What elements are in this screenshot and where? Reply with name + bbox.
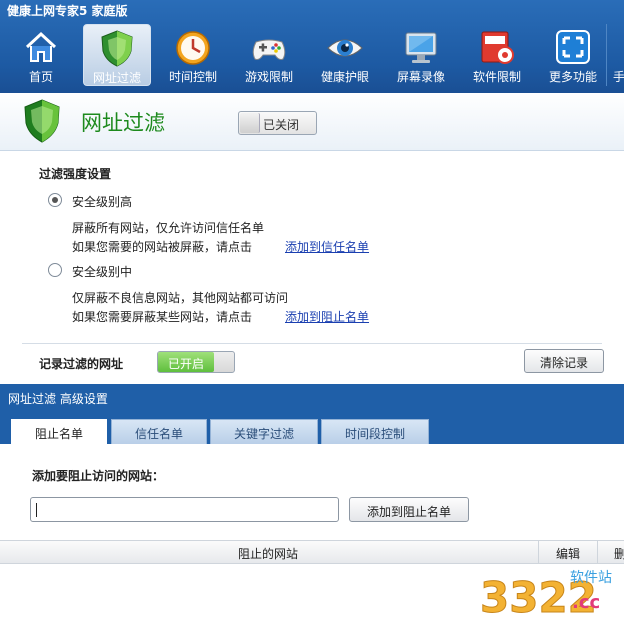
add-site-label: 添加要阻止访问的网站： — [32, 469, 165, 483]
block-site-input[interactable] — [30, 497, 339, 522]
eye-icon — [327, 39, 363, 57]
clock-icon — [176, 31, 210, 65]
filter-toggle-switch[interactable]: 已关闭 — [238, 111, 317, 135]
toolbar-item-game-limit[interactable]: 游戏限制 — [235, 24, 303, 86]
toolbar-item-eye-care[interactable]: 健康护眼 — [311, 24, 379, 86]
column-separator — [597, 541, 598, 563]
toolbar-item-home[interactable]: 首页 — [7, 24, 75, 86]
toolbar-item-time-control[interactable]: 时间控制 — [159, 24, 227, 86]
app-title: 健康上网专家5 家庭版 — [7, 4, 128, 18]
toolbar-overflow[interactable]: 手 — [606, 24, 624, 86]
more-icon — [556, 30, 590, 64]
radio-security-mid-label[interactable]: 安全级别中 — [72, 263, 132, 280]
toolbar-item-software-limit[interactable]: 软件限制 — [463, 24, 531, 86]
record-toggle-switch[interactable]: 已开启 — [157, 351, 235, 373]
radio-security-high[interactable] — [48, 193, 62, 207]
toolbar-label: 首页 — [28, 70, 53, 84]
toggle-knob — [240, 113, 260, 133]
toolbar-item-screen-record[interactable]: 屏幕录像 — [387, 24, 455, 86]
toolbar-label: 软件限制 — [472, 70, 521, 84]
column-header-delete[interactable]: 删 — [614, 545, 624, 562]
watermark-logo: 3322 软件站 .cc — [480, 570, 613, 622]
toolbar-item-more[interactable]: 更多功能 — [539, 24, 607, 86]
text-caret — [36, 503, 37, 517]
toolbar-item-url-filter[interactable]: 网址过滤 — [83, 24, 151, 86]
radio-security-mid[interactable] — [48, 263, 62, 277]
security-mid-hint: 如果您需要屏蔽某些网站，请点击 — [72, 310, 253, 324]
toggle-on-fill: 已开启 — [158, 352, 214, 372]
toolbar-label: 健康护眼 — [320, 70, 369, 84]
watermark-sub: 软件站 — [570, 570, 612, 586]
add-to-block-list-button[interactable]: 添加到阻止名单 — [349, 497, 469, 522]
security-high-hint: 如果您需要的网站被屏蔽，请点击 — [72, 240, 253, 254]
column-header-blocked-site[interactable]: 阻止的网站 — [238, 545, 298, 562]
shield-icon — [101, 30, 133, 67]
tab-time-period-control[interactable]: 时间段控制 — [321, 419, 429, 444]
toolbar-overflow-label: 手 — [613, 70, 624, 84]
home-icon — [25, 31, 57, 62]
add-to-block-list-link[interactable]: 添加到阻止名单 — [285, 308, 369, 325]
strength-section-title: 过滤强度设置 — [39, 167, 112, 181]
security-mid-description: 仅屏蔽不良信息网站，其他网站都可访问 — [72, 291, 289, 305]
record-label: 记录过滤的网址 — [39, 357, 124, 371]
gamepad-icon — [252, 39, 286, 60]
blocked-sites-table-header: 阻止的网站 编辑 删 — [0, 540, 624, 564]
tab-trust-list[interactable]: 信任名单 — [111, 419, 207, 444]
watermark-domain: .cc — [572, 592, 600, 613]
top-bar: 健康上网专家5 家庭版 首页 网址过滤 时间控制 游戏限制 健康护眼 屏幕录像 … — [0, 0, 624, 93]
divider — [22, 343, 602, 344]
radio-security-high-label[interactable]: 安全级别高 — [72, 193, 132, 210]
toolbar-label: 游戏限制 — [244, 70, 293, 84]
toolbar-label: 时间控制 — [168, 70, 217, 84]
software-block-icon — [481, 31, 514, 64]
toolbar-label: 网址过滤 — [92, 71, 141, 85]
toolbar-label: 屏幕录像 — [396, 70, 445, 84]
toolbar-label: 更多功能 — [548, 70, 597, 84]
column-header-edit[interactable]: 编辑 — [556, 545, 580, 562]
record-toggle-label: 已开启 — [167, 357, 204, 371]
column-separator — [538, 541, 539, 563]
security-high-description: 屏蔽所有网站，仅允许访问信任名单 — [72, 221, 265, 235]
filter-toggle-label: 已关闭 — [263, 118, 300, 132]
add-to-trust-list-link[interactable]: 添加到信任名单 — [285, 238, 369, 255]
tab-block-list[interactable]: 阻止名单 — [11, 419, 107, 445]
tab-keyword-filter[interactable]: 关键字过滤 — [210, 419, 318, 444]
page-title: 网址过滤 — [81, 111, 165, 135]
monitor-icon — [405, 32, 437, 63]
shield-icon — [24, 99, 60, 143]
clear-records-button[interactable]: 清除记录 — [524, 349, 604, 373]
advanced-settings-title: 网址过滤 高级设置 — [8, 392, 108, 406]
